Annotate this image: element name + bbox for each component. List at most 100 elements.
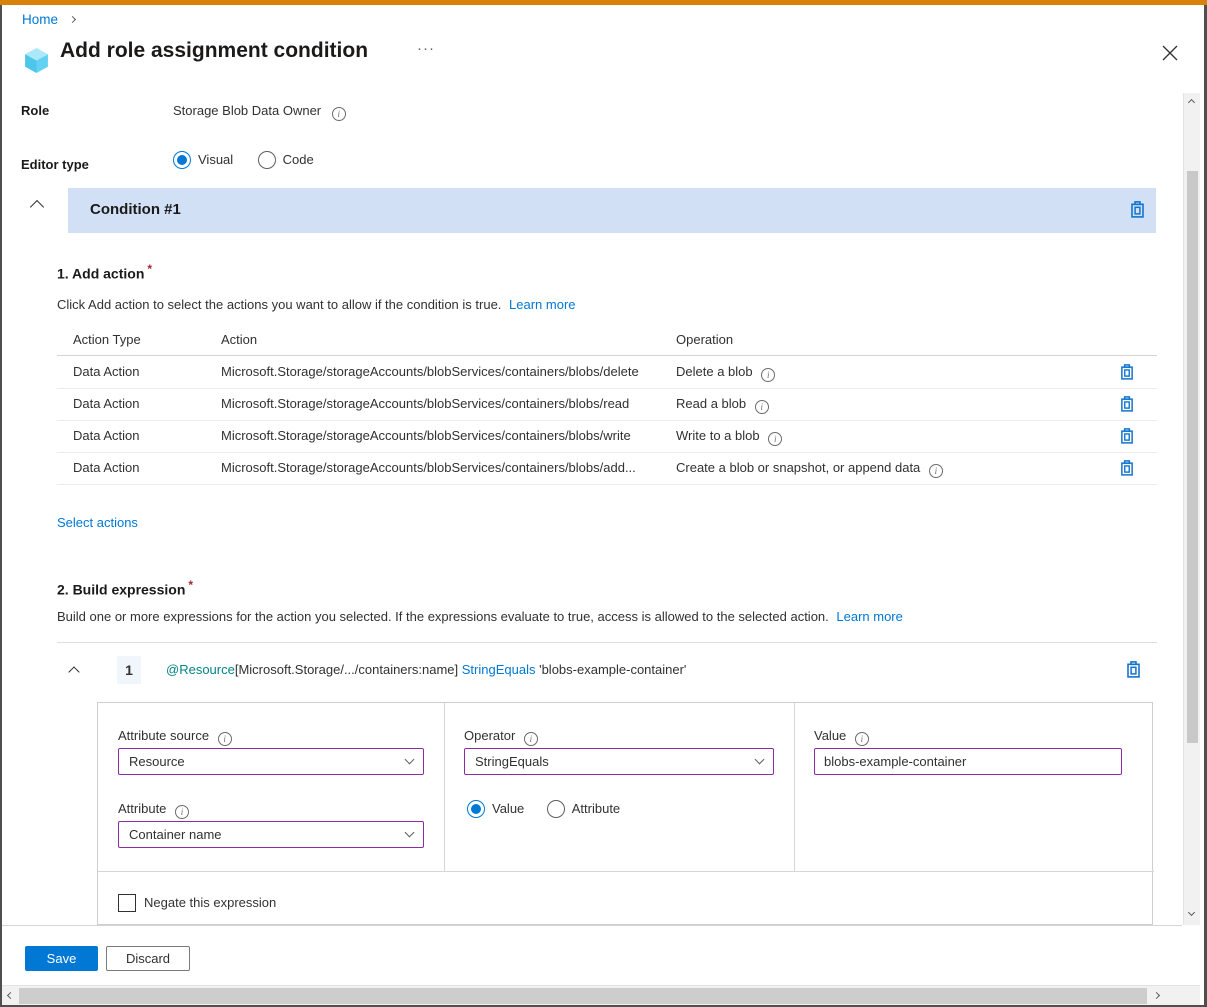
window-top-border bbox=[0, 0, 1207, 5]
page-title: Add role assignment condition bbox=[60, 39, 368, 63]
row-action-type: Data Action bbox=[73, 364, 140, 379]
radio-visual-circle-icon bbox=[173, 151, 191, 169]
attribute-source-label: Attribute source i bbox=[118, 727, 232, 746]
add-action-description: Click Add action to select the actions y… bbox=[57, 296, 576, 314]
build-expression-learn-more-link[interactable]: Learn more bbox=[836, 609, 902, 624]
chevron-down-icon bbox=[755, 755, 765, 765]
horizontal-scrollbar-thumb[interactable] bbox=[19, 988, 1147, 1004]
row-operation: Create a blob or snapshot, or append dat… bbox=[676, 460, 943, 478]
row-operation: Write to a blob i bbox=[676, 428, 782, 446]
row-action: Microsoft.Storage/storageAccounts/blobSe… bbox=[221, 460, 636, 475]
radio-visual[interactable]: Visual bbox=[173, 151, 233, 169]
condition-title: Condition #1 bbox=[90, 201, 181, 218]
expression-editor-panel: Attribute source i Resource Attribute i … bbox=[97, 702, 1153, 925]
radio-attribute[interactable]: Attribute bbox=[547, 800, 620, 818]
add-role-assignment-condition-pane: Home Add role assignment condition ··· R… bbox=[0, 0, 1207, 1007]
table-row: Data Action Microsoft.Storage/storageAcc… bbox=[57, 421, 1157, 453]
radio-code[interactable]: Code bbox=[258, 151, 314, 169]
expression-value-token: 'blobs-example-container' bbox=[539, 662, 686, 677]
select-actions-link[interactable]: Select actions bbox=[57, 515, 138, 530]
divider bbox=[0, 925, 1182, 926]
col-operation: Operation bbox=[676, 331, 733, 349]
operator-info-icon[interactable]: i bbox=[524, 732, 538, 746]
row-action-type: Data Action bbox=[73, 428, 140, 443]
operator-dropdown[interactable]: StringEquals bbox=[464, 748, 774, 775]
value-label: Value i bbox=[814, 727, 869, 746]
expression-delete-trash-icon[interactable] bbox=[1126, 661, 1141, 683]
scroll-down-arrow-icon[interactable] bbox=[1188, 909, 1195, 916]
radio-value-circle-icon bbox=[467, 800, 485, 818]
breadcrumb-chevron-icon bbox=[69, 16, 76, 23]
radio-attribute-circle-icon bbox=[547, 800, 565, 818]
expression-collapse-chevron-icon[interactable] bbox=[68, 666, 79, 677]
required-asterisk: * bbox=[188, 578, 193, 592]
table-row: Data Action Microsoft.Storage/storageAcc… bbox=[57, 453, 1157, 485]
divider bbox=[794, 703, 795, 871]
row-action-type: Data Action bbox=[73, 396, 140, 411]
row-delete-trash-icon[interactable] bbox=[1120, 460, 1134, 481]
value-info-icon[interactable]: i bbox=[855, 732, 869, 746]
editor-type-radio-group: Visual Code bbox=[173, 151, 314, 174]
scroll-up-arrow-icon[interactable] bbox=[1188, 99, 1195, 106]
condition-header-bar: Condition #1 bbox=[68, 188, 1156, 233]
row-delete-trash-icon[interactable] bbox=[1120, 428, 1134, 449]
value-input[interactable] bbox=[814, 748, 1122, 775]
divider bbox=[444, 703, 445, 871]
scroll-right-arrow-icon[interactable] bbox=[1153, 992, 1160, 999]
condition-delete-trash-icon[interactable] bbox=[1130, 201, 1145, 223]
actions-table-header: Action Type Action Operation bbox=[57, 325, 1157, 356]
breadcrumb-home-link[interactable]: Home bbox=[22, 12, 58, 27]
chevron-down-icon bbox=[405, 755, 415, 765]
expression-source-token: @Resource bbox=[166, 662, 235, 677]
save-button[interactable]: Save bbox=[25, 946, 98, 971]
role-value: Storage Blob Data Owner i bbox=[173, 102, 346, 121]
row-action: Microsoft.Storage/storageAccounts/blobSe… bbox=[221, 396, 629, 411]
attribute-label: Attribute i bbox=[118, 800, 189, 819]
role-info-icon[interactable]: i bbox=[332, 107, 346, 121]
negate-expression-checkbox-row[interactable]: Negate this expression bbox=[118, 894, 276, 912]
divider bbox=[57, 642, 1157, 643]
vertical-scrollbar[interactable] bbox=[1183, 93, 1200, 925]
expression-index-badge: 1 bbox=[117, 656, 141, 684]
vertical-scrollbar-thumb[interactable] bbox=[1187, 171, 1198, 743]
table-row: Data Action Microsoft.Storage/storageAcc… bbox=[57, 357, 1157, 389]
col-action: Action bbox=[221, 331, 257, 349]
role-label: Role bbox=[21, 102, 49, 120]
window-left-border bbox=[0, 5, 2, 1007]
row-delete-trash-icon[interactable] bbox=[1120, 364, 1134, 385]
row-action-type: Data Action bbox=[73, 460, 140, 475]
build-expression-description: Build one or more expressions for the ac… bbox=[57, 608, 903, 626]
radio-value[interactable]: Value bbox=[467, 800, 524, 818]
attribute-dropdown[interactable]: Container name bbox=[118, 821, 424, 848]
operation-info-icon[interactable]: i bbox=[929, 464, 943, 478]
scroll-left-arrow-icon[interactable] bbox=[7, 992, 14, 999]
operation-info-icon[interactable]: i bbox=[755, 400, 769, 414]
row-operation: Delete a blob i bbox=[676, 364, 775, 382]
table-row: Data Action Microsoft.Storage/storageAcc… bbox=[57, 389, 1157, 421]
negate-expression-label: Negate this expression bbox=[144, 894, 276, 912]
row-delete-trash-icon[interactable] bbox=[1120, 396, 1134, 417]
more-menu-button[interactable]: ··· bbox=[417, 40, 435, 57]
operation-info-icon[interactable]: i bbox=[761, 368, 775, 382]
operation-info-icon[interactable]: i bbox=[768, 432, 782, 446]
condition-collapse-chevron-icon[interactable] bbox=[30, 200, 44, 214]
checkbox-icon bbox=[118, 894, 136, 912]
attribute-info-icon[interactable]: i bbox=[175, 805, 189, 819]
expression-summary: @Resource[Microsoft.Storage/.../containe… bbox=[166, 662, 686, 677]
close-icon[interactable] bbox=[1162, 45, 1178, 66]
operator-label: Operator i bbox=[464, 727, 538, 746]
add-action-learn-more-link[interactable]: Learn more bbox=[509, 297, 575, 312]
expression-operator-token: StringEquals bbox=[462, 662, 536, 677]
attribute-source-info-icon[interactable]: i bbox=[218, 732, 232, 746]
expression-path-token: [Microsoft.Storage/.../containers:name] bbox=[235, 662, 458, 677]
divider bbox=[98, 871, 1154, 872]
horizontal-scrollbar[interactable] bbox=[2, 985, 1200, 1005]
chevron-down-icon bbox=[405, 828, 415, 838]
radio-code-circle-icon bbox=[258, 151, 276, 169]
build-expression-heading: 2. Build expression* bbox=[57, 578, 193, 598]
attribute-source-dropdown[interactable]: Resource bbox=[118, 748, 424, 775]
editor-type-label: Editor type bbox=[21, 156, 89, 174]
discard-button[interactable]: Discard bbox=[106, 946, 190, 971]
cube-icon bbox=[24, 47, 49, 79]
row-action: Microsoft.Storage/storageAccounts/blobSe… bbox=[221, 428, 631, 443]
